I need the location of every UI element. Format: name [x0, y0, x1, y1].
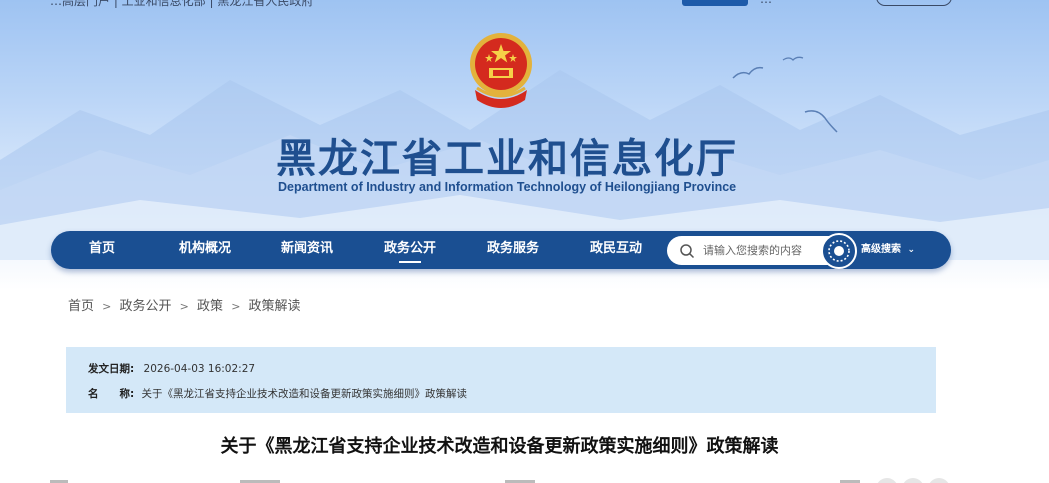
breadcrumb-policy[interactable]: 政策 — [197, 299, 223, 314]
search-box — [667, 236, 837, 265]
share-icon[interactable] — [876, 478, 898, 483]
breadcrumb-separator: > — [231, 300, 241, 313]
info-date-value: 2026-04-03 16:02:27 — [143, 363, 256, 375]
info-date-label: 发文日期: — [88, 363, 135, 375]
info-name-value: 关于《黑龙江省支持企业技术改造和设备更新政策实施细则》政策解读 — [141, 388, 468, 400]
top-links[interactable]: …高层门户 | 工业和信息化部 | 黑龙江省人民政府 — [50, 0, 313, 9]
breadcrumb-separator: > — [102, 300, 112, 313]
share-icon[interactable] — [902, 478, 924, 483]
advanced-search-link[interactable]: 高级搜索 ⌄ — [861, 231, 915, 269]
search-globe-icon — [828, 240, 850, 262]
article-title: 关于《黑龙江省支持企业技术改造和设备更新政策实施细则》政策解读 — [220, 436, 779, 457]
info-date-row: 发文日期: 2026-04-03 16:02:27 — [88, 361, 255, 376]
site-title: 黑龙江省工业和信息化厅 — [276, 136, 738, 182]
info-name-label: 名 称: — [88, 388, 135, 400]
search-icon — [680, 244, 695, 259]
breadcrumb-home[interactable]: 首页 — [68, 299, 94, 314]
nav-home[interactable]: 首页 — [75, 231, 129, 269]
info-name-row: 名 称: 关于《黑龙江省支持企业技术改造和设备更新政策实施细则》政策解读 — [88, 386, 467, 401]
top-action-button[interactable] — [682, 0, 748, 6]
article-title-wrap: 关于《黑龙江省支持企业技术改造和设备更新政策实施细则》政策解读 — [0, 432, 1049, 458]
share-icon[interactable] — [928, 478, 950, 483]
nav-gov-services[interactable]: 政务服务 — [479, 231, 547, 269]
site-subtitle: Department of Industry and Information T… — [278, 180, 737, 194]
nav-gov-affairs-open[interactable]: 政务公开 — [376, 231, 444, 269]
chevron-down-icon: ⌄ — [907, 245, 916, 255]
breadcrumb: 首页 > 政务公开 > 政策 > 政策解读 — [68, 295, 301, 314]
national-emblem-icon — [470, 33, 532, 108]
nav-news[interactable]: 新闻资讯 — [273, 231, 341, 269]
document-info-panel: 发文日期: 2026-04-03 16:02:27 名 称: 关于《黑龙江省支持… — [66, 347, 936, 413]
breadcrumb-gov-affairs[interactable]: 政务公开 — [120, 299, 172, 314]
nav-organization[interactable]: 机构概况 — [171, 231, 239, 269]
breadcrumb-separator: > — [179, 300, 189, 313]
search-input[interactable] — [703, 240, 823, 260]
top-middle-links[interactable]: … — [760, 0, 772, 6]
advanced-search-label: 高级搜索 — [861, 244, 901, 255]
nav-public-interaction[interactable]: 政民互动 — [582, 231, 650, 269]
bird-icon — [732, 56, 838, 133]
top-pill-button[interactable] — [876, 0, 952, 6]
main-navigation: 首页 机构概况 新闻资讯 政务公开 政务服务 政民互动 高级搜索 ⌄ — [51, 231, 951, 269]
search-button[interactable] — [821, 233, 857, 269]
breadcrumb-policy-interpretation[interactable]: 政策解读 — [249, 299, 301, 314]
